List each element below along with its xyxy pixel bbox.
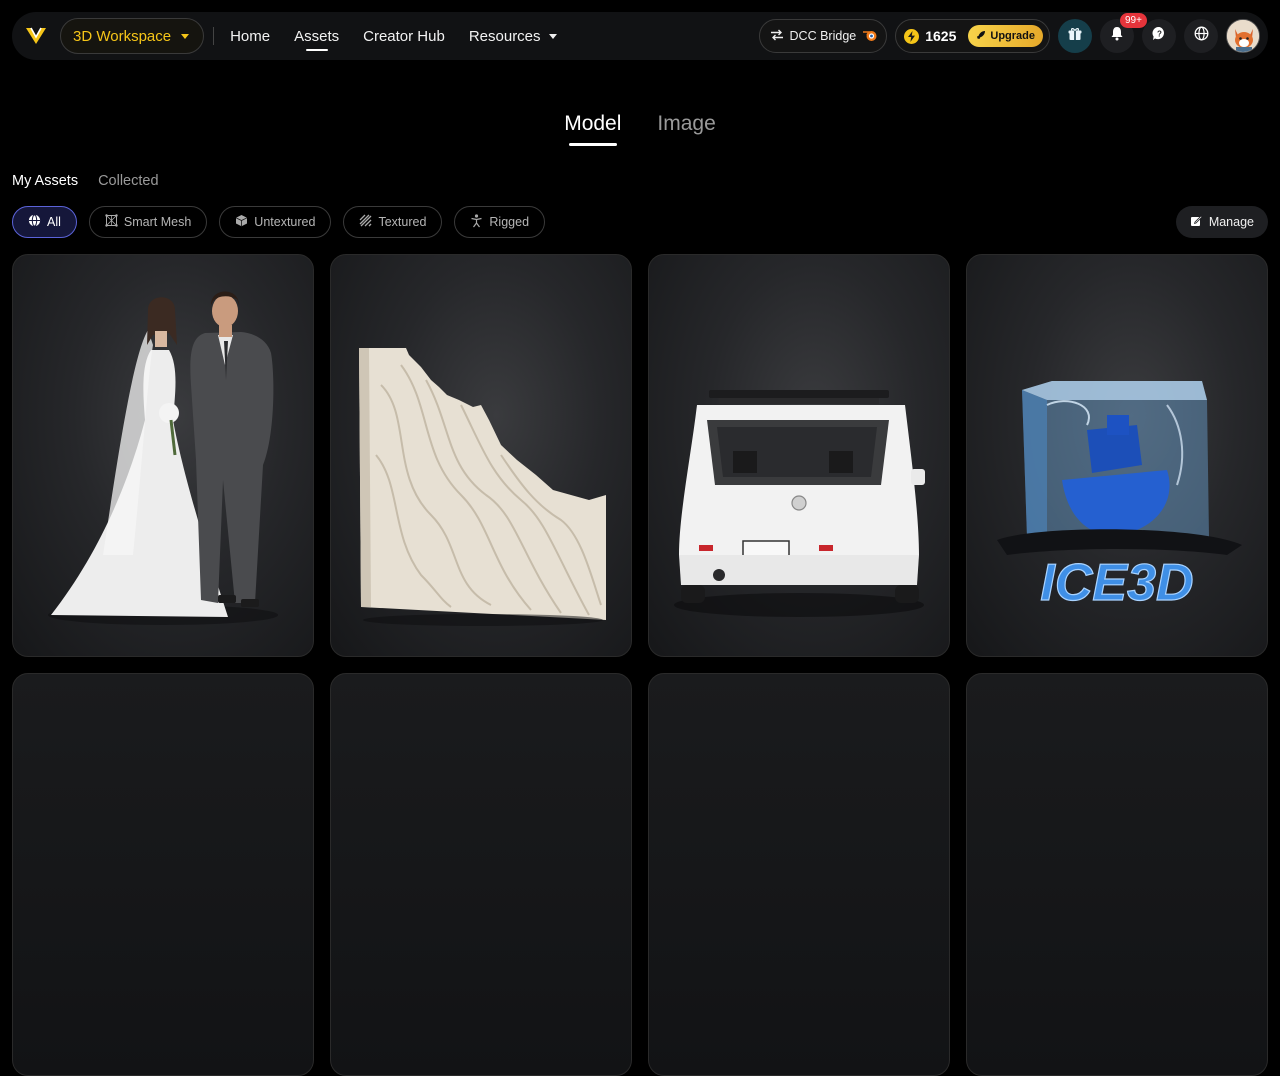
credits-widget[interactable]: 1625 Upgrade: [895, 19, 1050, 53]
divider: [213, 27, 215, 45]
filter-rigged[interactable]: Rigged: [454, 206, 546, 238]
help-button[interactable]: ?: [1142, 19, 1176, 53]
nav-creator-hub[interactable]: Creator Hub: [363, 12, 445, 60]
asset-card-wedding-couple[interactable]: [12, 254, 314, 657]
nav-home-label: Home: [230, 27, 271, 45]
filter-textured[interactable]: Textured: [343, 206, 443, 238]
asset-card-placeholder[interactable]: [330, 673, 632, 1076]
dcc-bridge-button[interactable]: DCC Bridge: [758, 19, 888, 53]
cube-icon: [235, 214, 248, 230]
white-suv-thumbnail: [674, 390, 925, 617]
filter-untextured-label: Untextured: [254, 215, 316, 229]
svg-text:?: ?: [1157, 30, 1162, 39]
language-button[interactable]: [1184, 19, 1218, 53]
filter-rigged-label: Rigged: [489, 215, 530, 229]
filter-smart-mesh[interactable]: Smart Mesh: [88, 206, 208, 238]
asset-card-placeholder[interactable]: [12, 673, 314, 1076]
nav-assets-label: Assets: [294, 27, 340, 45]
asset-card-ice3d[interactable]: ICE3D: [966, 254, 1268, 657]
filter-textured-label: Textured: [378, 215, 427, 229]
rocket-icon: [976, 30, 986, 43]
filter-all-label: All: [47, 215, 61, 229]
filter-all[interactable]: All: [12, 206, 77, 238]
filter-smart-mesh-label: Smart Mesh: [123, 215, 192, 229]
nav-resources-label: Resources: [468, 27, 541, 45]
chevron-down-icon: [548, 33, 557, 39]
manage-label: Manage: [1208, 215, 1254, 229]
manage-button[interactable]: Manage: [1175, 206, 1268, 238]
nav-resources[interactable]: Resources: [469, 12, 557, 60]
asset-card-white-suv[interactable]: [648, 254, 950, 657]
workspace-selector[interactable]: 3D Workspace: [60, 18, 205, 54]
manage-edit-icon: [1190, 214, 1203, 230]
workspace-label: 3D Workspace: [73, 27, 172, 45]
wall-panel-thumbnail: [359, 348, 606, 626]
nav-creator-hub-label: Creator Hub: [363, 27, 445, 45]
chevron-down-icon: [181, 33, 190, 39]
swap-arrows-icon: [770, 29, 784, 44]
top-navigation-bar: 3D Workspace Home Assets Creator Hub Res…: [12, 12, 1268, 60]
globe-icon: [1194, 26, 1209, 46]
ice3d-logo-text: ICE3D: [1040, 554, 1193, 612]
gift-button[interactable]: [1058, 19, 1092, 53]
gift-icon: [1068, 27, 1082, 46]
tab-my-assets[interactable]: My Assets: [12, 173, 78, 189]
asset-type-tabs: Model Image: [0, 112, 1280, 148]
asset-grid: ICE3D: [12, 254, 1268, 1076]
asset-card-placeholder[interactable]: [648, 673, 950, 1076]
header-tools: DCC Bridge 1625 Upgrade 99+ ?: [758, 13, 1260, 53]
tab-model[interactable]: Model: [564, 112, 621, 148]
notifications-button[interactable]: 99+: [1100, 13, 1147, 53]
tab-collected[interactable]: Collected: [98, 173, 158, 189]
globe-icon: [28, 214, 41, 230]
filter-untextured[interactable]: Untextured: [219, 206, 332, 238]
credit-count: 1625: [925, 28, 957, 44]
nav-home[interactable]: Home: [230, 12, 270, 60]
texture-icon: [359, 214, 372, 230]
asset-card-wall-panel[interactable]: [330, 254, 632, 657]
main-nav: Home Assets Creator Hub Resources: [230, 12, 557, 60]
dcc-bridge-label: DCC Bridge: [789, 29, 857, 43]
rigged-figure-icon: [470, 213, 483, 231]
blender-icon: [862, 28, 878, 45]
notification-badge: 99+: [1120, 13, 1147, 28]
user-avatar[interactable]: [1226, 19, 1260, 53]
coin-icon: [904, 28, 920, 44]
tab-image[interactable]: Image: [657, 112, 715, 148]
help-chat-icon: ?: [1152, 26, 1167, 46]
upgrade-label: Upgrade: [990, 30, 1035, 42]
mesh-icon: [105, 214, 118, 230]
bell-icon: [1110, 26, 1124, 46]
upgrade-button[interactable]: Upgrade: [968, 25, 1043, 47]
ice3d-thumbnail: ICE3D: [997, 381, 1242, 613]
asset-source-tabs: My Assets Collected: [12, 173, 159, 189]
filter-bar: All Smart Mesh Untextured Textured Rigge…: [12, 206, 546, 238]
nav-assets[interactable]: Assets: [294, 12, 339, 60]
brand-logo[interactable]: [20, 20, 52, 52]
wedding-couple-thumbnail: [48, 291, 278, 625]
asset-card-placeholder[interactable]: [966, 673, 1268, 1076]
